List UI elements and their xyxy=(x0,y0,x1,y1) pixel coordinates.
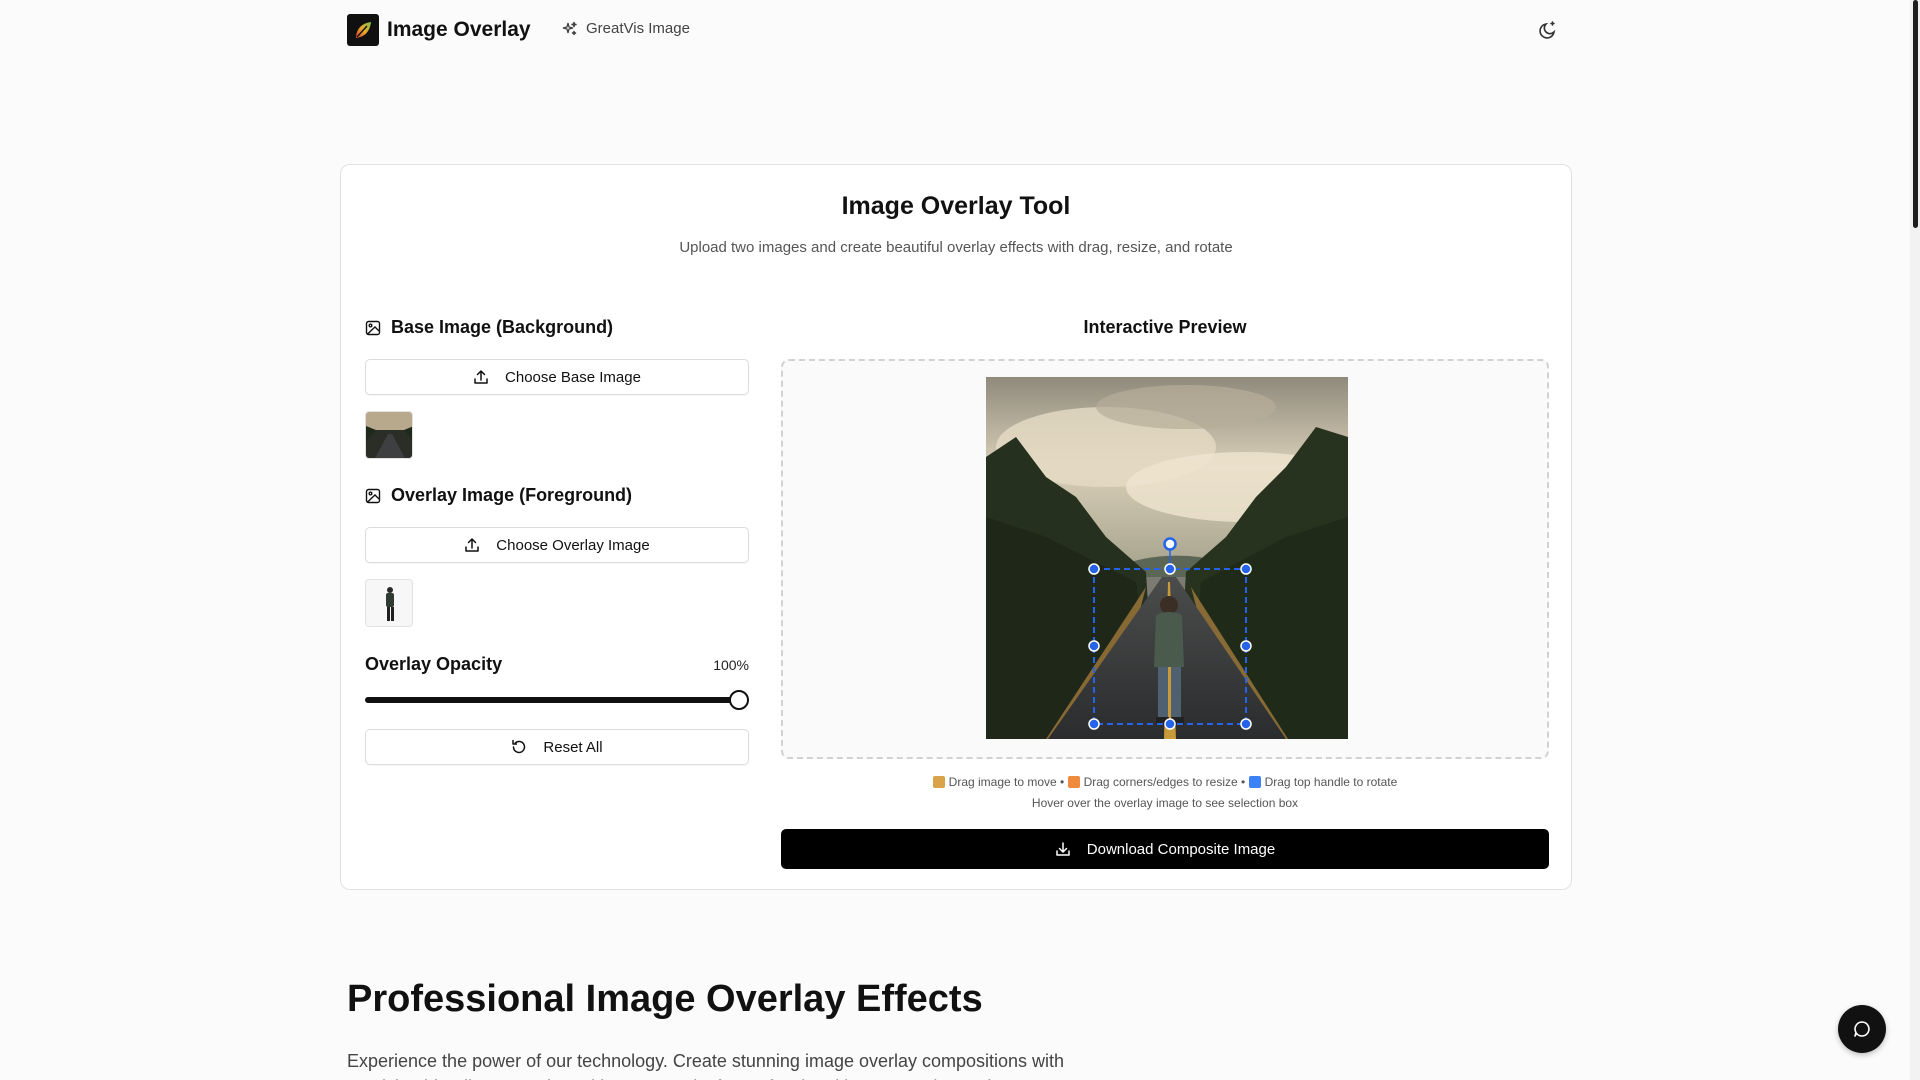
choose-overlay-image-label: Choose Overlay Image xyxy=(496,536,650,554)
hint-separator: • xyxy=(1241,775,1246,789)
base-image-thumbnail xyxy=(365,411,413,459)
download-composite-label: Download Composite Image xyxy=(1086,840,1276,858)
promo-text: Experience the power of our technology. … xyxy=(347,1051,1065,1080)
base-image-heading: Base Image (Background) xyxy=(365,317,613,338)
download-composite-button[interactable]: Download Composite Image xyxy=(781,829,1549,869)
image-icon xyxy=(365,320,381,335)
nav-link-greatvis-image[interactable]: GreatVis Image xyxy=(562,20,690,37)
nav-link-label: GreatVis Image xyxy=(586,20,690,37)
opacity-value: 100% xyxy=(713,657,749,673)
choose-base-image-label: Choose Base Image xyxy=(505,368,641,386)
preview-hint-controls: Drag image to move • Drag corners/edges … xyxy=(781,775,1549,789)
hint-rotate: Drag top handle to rotate xyxy=(1264,775,1398,789)
scrollbar-thumb[interactable] xyxy=(1913,0,1918,228)
reset-all-label: Reset All xyxy=(543,738,603,756)
hint-move: Drag image to move xyxy=(948,775,1057,789)
opacity-label: Overlay Opacity xyxy=(365,654,503,674)
rotate-ccw-icon xyxy=(512,739,526,754)
upload-icon xyxy=(474,370,488,384)
preview-drop-area[interactable] xyxy=(781,359,1549,759)
base-image-heading-label: Base Image (Background) xyxy=(391,317,614,337)
opacity-slider[interactable] xyxy=(365,690,749,710)
page-subtitle: Upload two images and create beautiful o… xyxy=(679,239,1233,256)
hint-resize: Drag corners/edges to resize xyxy=(1083,775,1238,789)
choose-base-image-button[interactable]: Choose Base Image xyxy=(365,359,749,395)
page-scrollbar[interactable] xyxy=(1910,0,1920,1080)
download-icon xyxy=(1056,842,1070,856)
opacity-slider-fill xyxy=(365,697,739,703)
theme-toggle-button[interactable] xyxy=(1535,17,1561,43)
moon-icon xyxy=(1539,21,1556,39)
package-icon xyxy=(932,776,945,788)
resize-icon xyxy=(1067,776,1080,788)
overlay-tool-card: Image Overlay Tool Upload two images and… xyxy=(340,164,1572,890)
overlay-image-thumbnail xyxy=(365,579,413,627)
overlay-image-heading: Overlay Image (Foreground) xyxy=(365,485,632,506)
rotate-icon xyxy=(1248,776,1261,788)
message-circle-icon xyxy=(1854,1021,1870,1037)
top-header: Image Overlay GreatVis Image xyxy=(0,0,1910,60)
image-icon xyxy=(365,488,381,503)
brand[interactable]: Image Overlay xyxy=(347,14,531,46)
upload-icon xyxy=(465,538,480,552)
page-title: Image Overlay Tool xyxy=(841,192,1071,220)
chat-button[interactable] xyxy=(1838,1005,1886,1053)
sparkles-icon xyxy=(562,21,577,35)
choose-overlay-image-button[interactable]: Choose Overlay Image xyxy=(365,527,749,563)
promo-title: Professional Image Overlay Effects xyxy=(347,978,983,1020)
brand-title: Image Overlay xyxy=(387,18,531,41)
preview-title: Interactive Preview xyxy=(1083,317,1247,337)
leaf-logo-icon xyxy=(347,14,379,46)
overlay-image-heading-label: Overlay Image (Foreground) xyxy=(391,485,633,505)
composite-canvas[interactable] xyxy=(986,377,1348,739)
preview-hint-hover: Hover over the overlay image to see sele… xyxy=(1031,796,1299,810)
reset-all-button[interactable]: Reset All xyxy=(365,729,749,765)
hint-separator: • xyxy=(1060,775,1065,789)
opacity-slider-handle[interactable] xyxy=(729,690,749,710)
